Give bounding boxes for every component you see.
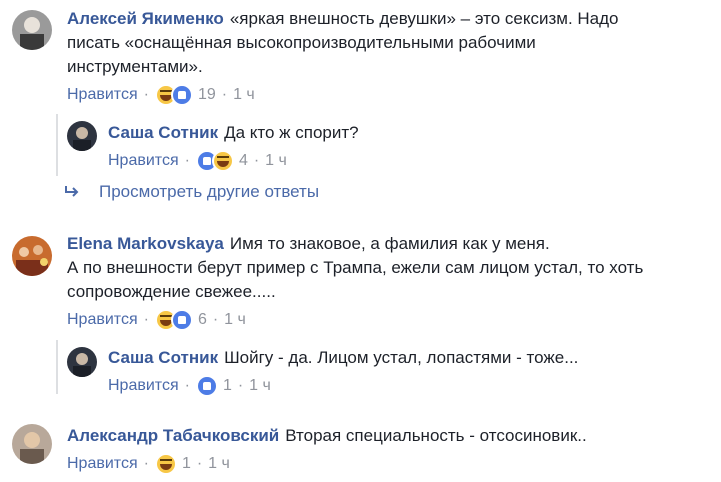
reaction-count[interactable]: 6 xyxy=(198,311,207,329)
timestamp[interactable]: 1 ч xyxy=(233,86,255,104)
comment-body-line: Да кто ж спорит? xyxy=(224,123,359,142)
comment-text: Саша Сотник Шойгу - да. Лицом устал, лопа… xyxy=(108,346,708,370)
view-more-replies-link[interactable]: Просмотреть другие ответы xyxy=(63,182,319,202)
separator: · xyxy=(184,152,190,169)
comment-author[interactable]: Саша Сотник xyxy=(108,123,218,142)
comment-body-line: писать «оснащённая высокопроизводительны… xyxy=(67,33,536,52)
avatar[interactable] xyxy=(67,347,97,377)
separator: · xyxy=(143,455,149,472)
comment-author[interactable]: Александр Табачковский xyxy=(67,426,279,445)
haha-icon xyxy=(211,150,234,172)
avatar[interactable] xyxy=(12,424,52,464)
separator: · xyxy=(221,86,228,103)
comment-body-line: Имя то знаковое, а фамилия как у меня. xyxy=(229,234,550,253)
comment-author[interactable]: Саша Сотник xyxy=(108,348,218,367)
thread-line xyxy=(56,340,58,394)
like-icon xyxy=(170,84,193,106)
separator: · xyxy=(212,311,219,328)
reaction-count[interactable]: 19 xyxy=(198,86,216,104)
comment-body-line: Вторая специальность - отсосиновик.. xyxy=(285,426,587,445)
avatar[interactable] xyxy=(12,236,52,276)
timestamp[interactable]: 1 ч xyxy=(224,311,246,329)
avatar[interactable] xyxy=(67,121,97,151)
like-button[interactable]: Нравится xyxy=(67,311,138,329)
like-button[interactable]: Нравится xyxy=(108,152,179,170)
reaction-count[interactable]: 1 xyxy=(182,455,191,473)
timestamp[interactable]: 1 ч xyxy=(249,377,271,395)
comment-author[interactable]: Elena Markovskaya xyxy=(67,234,224,253)
comment-actions: Нравится · 6 · 1 ч xyxy=(67,309,246,331)
comment-text: Александр Табачковский Вторая специальнос… xyxy=(67,424,712,448)
view-more-replies-label[interactable]: Просмотреть другие ответы xyxy=(99,182,319,202)
separator: · xyxy=(184,377,190,394)
comment-body-line: «яркая внешность девушки» – это сексизм.… xyxy=(229,9,619,28)
like-icon xyxy=(170,309,193,331)
thread-line xyxy=(56,114,58,176)
comment-actions: Нравится · 4 · 1 ч xyxy=(108,150,287,172)
reaction-count[interactable]: 4 xyxy=(239,152,248,170)
comment-actions: Нравится · 19 · 1 ч xyxy=(67,84,255,106)
comment-author[interactable]: Алексей Якименко xyxy=(67,9,224,28)
comment-body-line: сопровождение свежее..... xyxy=(67,282,276,301)
like-icon xyxy=(195,375,218,397)
reactions-summary[interactable] xyxy=(195,375,218,397)
comment-body-line: Шойгу - да. Лицом устал, лопастями - тож… xyxy=(224,348,579,367)
like-button[interactable]: Нравится xyxy=(67,86,138,104)
reactions-summary[interactable] xyxy=(154,309,193,331)
comment-text: Алексей Якименко «яркая внешность девушки… xyxy=(67,7,707,79)
reactions-summary[interactable] xyxy=(154,84,193,106)
like-button[interactable]: Нравится xyxy=(67,455,138,473)
reply-arrow-icon xyxy=(65,186,79,197)
comment-actions: Нравится · 1 · 1 ч xyxy=(108,375,271,397)
timestamp[interactable]: 1 ч xyxy=(265,152,287,170)
comment-body-line: А по внешности берут пример с Трампа, еж… xyxy=(67,258,644,277)
reactions-summary[interactable] xyxy=(154,453,177,475)
reactions-summary[interactable] xyxy=(195,150,234,172)
comment-body-line: инструментами». xyxy=(67,57,203,76)
timestamp[interactable]: 1 ч xyxy=(208,455,230,473)
avatar[interactable] xyxy=(12,10,52,50)
separator: · xyxy=(253,152,260,169)
comment-text: Elena Markovskaya Имя то знаковое, а фами… xyxy=(67,232,712,304)
separator: · xyxy=(196,455,203,472)
comment-text: Саша Сотник Да кто ж спорит? xyxy=(108,121,708,145)
haha-icon xyxy=(154,453,177,475)
comment-actions: Нравится · 1 · 1 ч xyxy=(67,453,230,475)
like-button[interactable]: Нравится xyxy=(108,377,179,395)
separator: · xyxy=(143,86,149,103)
separator: · xyxy=(143,311,149,328)
separator: · xyxy=(237,377,244,394)
reaction-count[interactable]: 1 xyxy=(223,377,232,395)
